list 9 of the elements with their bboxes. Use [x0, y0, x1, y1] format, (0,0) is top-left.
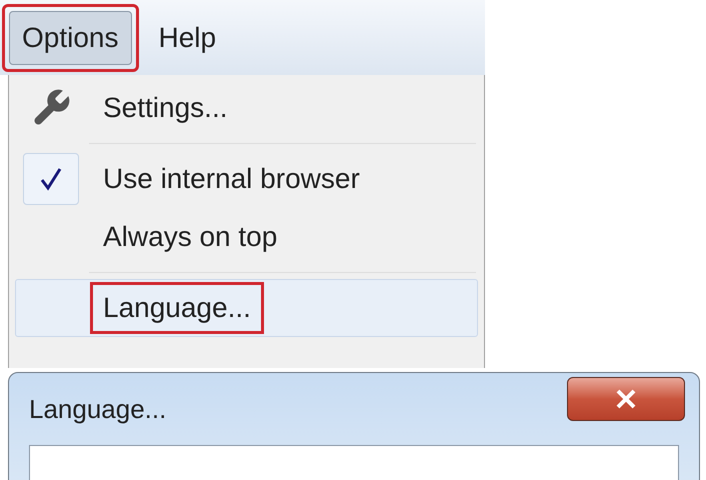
menu-item[interactable]: Use internal browser: [15, 150, 478, 208]
close-button[interactable]: [567, 377, 685, 421]
menu-item[interactable]: Settings...: [15, 79, 478, 137]
menu-item[interactable]: Language...: [15, 279, 478, 337]
menu-bar-item[interactable]: Options: [9, 10, 132, 64]
dialog-title: Language...: [29, 392, 166, 426]
close-icon: [615, 389, 637, 409]
menu-bar-item[interactable]: Help: [146, 10, 230, 64]
menu-item[interactable]: Always on top: [15, 208, 478, 266]
